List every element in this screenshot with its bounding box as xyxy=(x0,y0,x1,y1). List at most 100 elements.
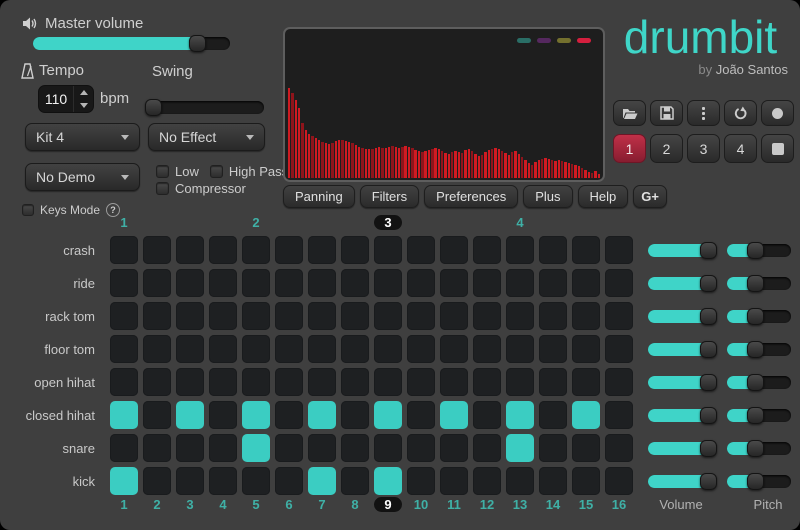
pattern-button-3[interactable]: 3 xyxy=(687,134,720,163)
step-cell-kick-14[interactable] xyxy=(539,467,567,495)
step-cell-floor-tom-4[interactable] xyxy=(209,335,237,363)
step-cell-closed-hihat-2[interactable] xyxy=(143,401,171,429)
volume-slider-rack-tom-thumb[interactable] xyxy=(700,308,717,325)
step-cell-ride-13[interactable] xyxy=(506,269,534,297)
step-cell-ride-12[interactable] xyxy=(473,269,501,297)
step-cell-open-hihat-1[interactable] xyxy=(110,368,138,396)
step-cell-ride-15[interactable] xyxy=(572,269,600,297)
step-cell-closed-hihat-5[interactable] xyxy=(242,401,270,429)
step-cell-open-hihat-3[interactable] xyxy=(176,368,204,396)
step-cell-floor-tom-2[interactable] xyxy=(143,335,171,363)
step-cell-open-hihat-7[interactable] xyxy=(308,368,336,396)
volume-slider-rack-tom[interactable] xyxy=(648,310,716,323)
step-cell-crash-1[interactable] xyxy=(110,236,138,264)
step-cell-rack-tom-8[interactable] xyxy=(341,302,369,330)
pitch-slider-snare[interactable] xyxy=(727,442,791,455)
step-cell-kick-1[interactable] xyxy=(110,467,138,495)
step-cell-kick-9[interactable] xyxy=(374,467,402,495)
step-cell-closed-hihat-6[interactable] xyxy=(275,401,303,429)
step-cell-snare-2[interactable] xyxy=(143,434,171,462)
step-cell-ride-3[interactable] xyxy=(176,269,204,297)
step-cell-ride-14[interactable] xyxy=(539,269,567,297)
keys-mode-checkbox[interactable] xyxy=(22,204,34,216)
step-cell-ride-10[interactable] xyxy=(407,269,435,297)
step-cell-open-hihat-15[interactable] xyxy=(572,368,600,396)
step-cell-crash-2[interactable] xyxy=(143,236,171,264)
step-cell-open-hihat-6[interactable] xyxy=(275,368,303,396)
step-cell-snare-11[interactable] xyxy=(440,434,468,462)
pitch-slider-rack-tom[interactable] xyxy=(727,310,791,323)
step-cell-closed-hihat-3[interactable] xyxy=(176,401,204,429)
step-cell-rack-tom-4[interactable] xyxy=(209,302,237,330)
volume-slider-open-hihat-thumb[interactable] xyxy=(700,374,717,391)
tab-plus[interactable]: Plus xyxy=(523,185,572,208)
volume-slider-floor-tom[interactable] xyxy=(648,343,716,356)
step-cell-open-hihat-8[interactable] xyxy=(341,368,369,396)
pitch-slider-kick[interactable] xyxy=(727,475,791,488)
step-cell-rack-tom-3[interactable] xyxy=(176,302,204,330)
tab-help[interactable]: Help xyxy=(578,185,629,208)
step-cell-rack-tom-11[interactable] xyxy=(440,302,468,330)
step-cell-crash-11[interactable] xyxy=(440,236,468,264)
step-cell-ride-8[interactable] xyxy=(341,269,369,297)
step-cell-ride-6[interactable] xyxy=(275,269,303,297)
step-cell-kick-4[interactable] xyxy=(209,467,237,495)
step-cell-kick-3[interactable] xyxy=(176,467,204,495)
pitch-slider-ride-thumb[interactable] xyxy=(747,275,764,292)
step-cell-closed-hihat-12[interactable] xyxy=(473,401,501,429)
step-cell-floor-tom-16[interactable] xyxy=(605,335,633,363)
step-cell-open-hihat-9[interactable] xyxy=(374,368,402,396)
step-cell-rack-tom-6[interactable] xyxy=(275,302,303,330)
step-cell-open-hihat-14[interactable] xyxy=(539,368,567,396)
step-cell-rack-tom-15[interactable] xyxy=(572,302,600,330)
step-cell-floor-tom-10[interactable] xyxy=(407,335,435,363)
pattern-button-1[interactable]: 1 xyxy=(613,134,646,163)
step-cell-floor-tom-11[interactable] xyxy=(440,335,468,363)
step-cell-crash-5[interactable] xyxy=(242,236,270,264)
step-cell-crash-9[interactable] xyxy=(374,236,402,264)
volume-slider-floor-tom-thumb[interactable] xyxy=(700,341,717,358)
step-cell-floor-tom-3[interactable] xyxy=(176,335,204,363)
step-cell-kick-8[interactable] xyxy=(341,467,369,495)
step-cell-closed-hihat-7[interactable] xyxy=(308,401,336,429)
low-checkbox[interactable] xyxy=(156,165,169,178)
step-cell-crash-16[interactable] xyxy=(605,236,633,264)
step-cell-open-hihat-12[interactable] xyxy=(473,368,501,396)
step-cell-open-hihat-16[interactable] xyxy=(605,368,633,396)
step-cell-rack-tom-13[interactable] xyxy=(506,302,534,330)
tempo-input[interactable] xyxy=(39,86,73,112)
step-cell-closed-hihat-1[interactable] xyxy=(110,401,138,429)
step-cell-closed-hihat-13[interactable] xyxy=(506,401,534,429)
step-cell-crash-4[interactable] xyxy=(209,236,237,264)
step-cell-kick-16[interactable] xyxy=(605,467,633,495)
step-cell-ride-5[interactable] xyxy=(242,269,270,297)
step-cell-kick-6[interactable] xyxy=(275,467,303,495)
step-cell-rack-tom-1[interactable] xyxy=(110,302,138,330)
step-cell-ride-16[interactable] xyxy=(605,269,633,297)
step-cell-floor-tom-12[interactable] xyxy=(473,335,501,363)
step-cell-snare-15[interactable] xyxy=(572,434,600,462)
pattern-button-2[interactable]: 2 xyxy=(650,134,683,163)
step-cell-kick-13[interactable] xyxy=(506,467,534,495)
tab-panning[interactable]: Panning xyxy=(283,185,355,208)
step-cell-kick-11[interactable] xyxy=(440,467,468,495)
demo-select[interactable]: No Demo xyxy=(25,163,140,191)
step-cell-floor-tom-13[interactable] xyxy=(506,335,534,363)
save-button[interactable] xyxy=(650,100,683,126)
step-cell-snare-14[interactable] xyxy=(539,434,567,462)
volume-slider-ride-thumb[interactable] xyxy=(700,275,717,292)
step-cell-rack-tom-7[interactable] xyxy=(308,302,336,330)
compressor-checkbox[interactable] xyxy=(156,182,169,195)
step-cell-kick-5[interactable] xyxy=(242,467,270,495)
effect-select[interactable]: No Effect xyxy=(148,123,265,151)
step-cell-ride-2[interactable] xyxy=(143,269,171,297)
pitch-slider-crash-thumb[interactable] xyxy=(747,242,764,259)
tab-preferences[interactable]: Preferences xyxy=(424,185,518,208)
volume-slider-snare[interactable] xyxy=(648,442,716,455)
step-cell-snare-3[interactable] xyxy=(176,434,204,462)
step-cell-snare-8[interactable] xyxy=(341,434,369,462)
step-cell-crash-14[interactable] xyxy=(539,236,567,264)
step-cell-snare-12[interactable] xyxy=(473,434,501,462)
kit-select[interactable]: Kit 4 xyxy=(25,123,140,151)
step-cell-closed-hihat-8[interactable] xyxy=(341,401,369,429)
